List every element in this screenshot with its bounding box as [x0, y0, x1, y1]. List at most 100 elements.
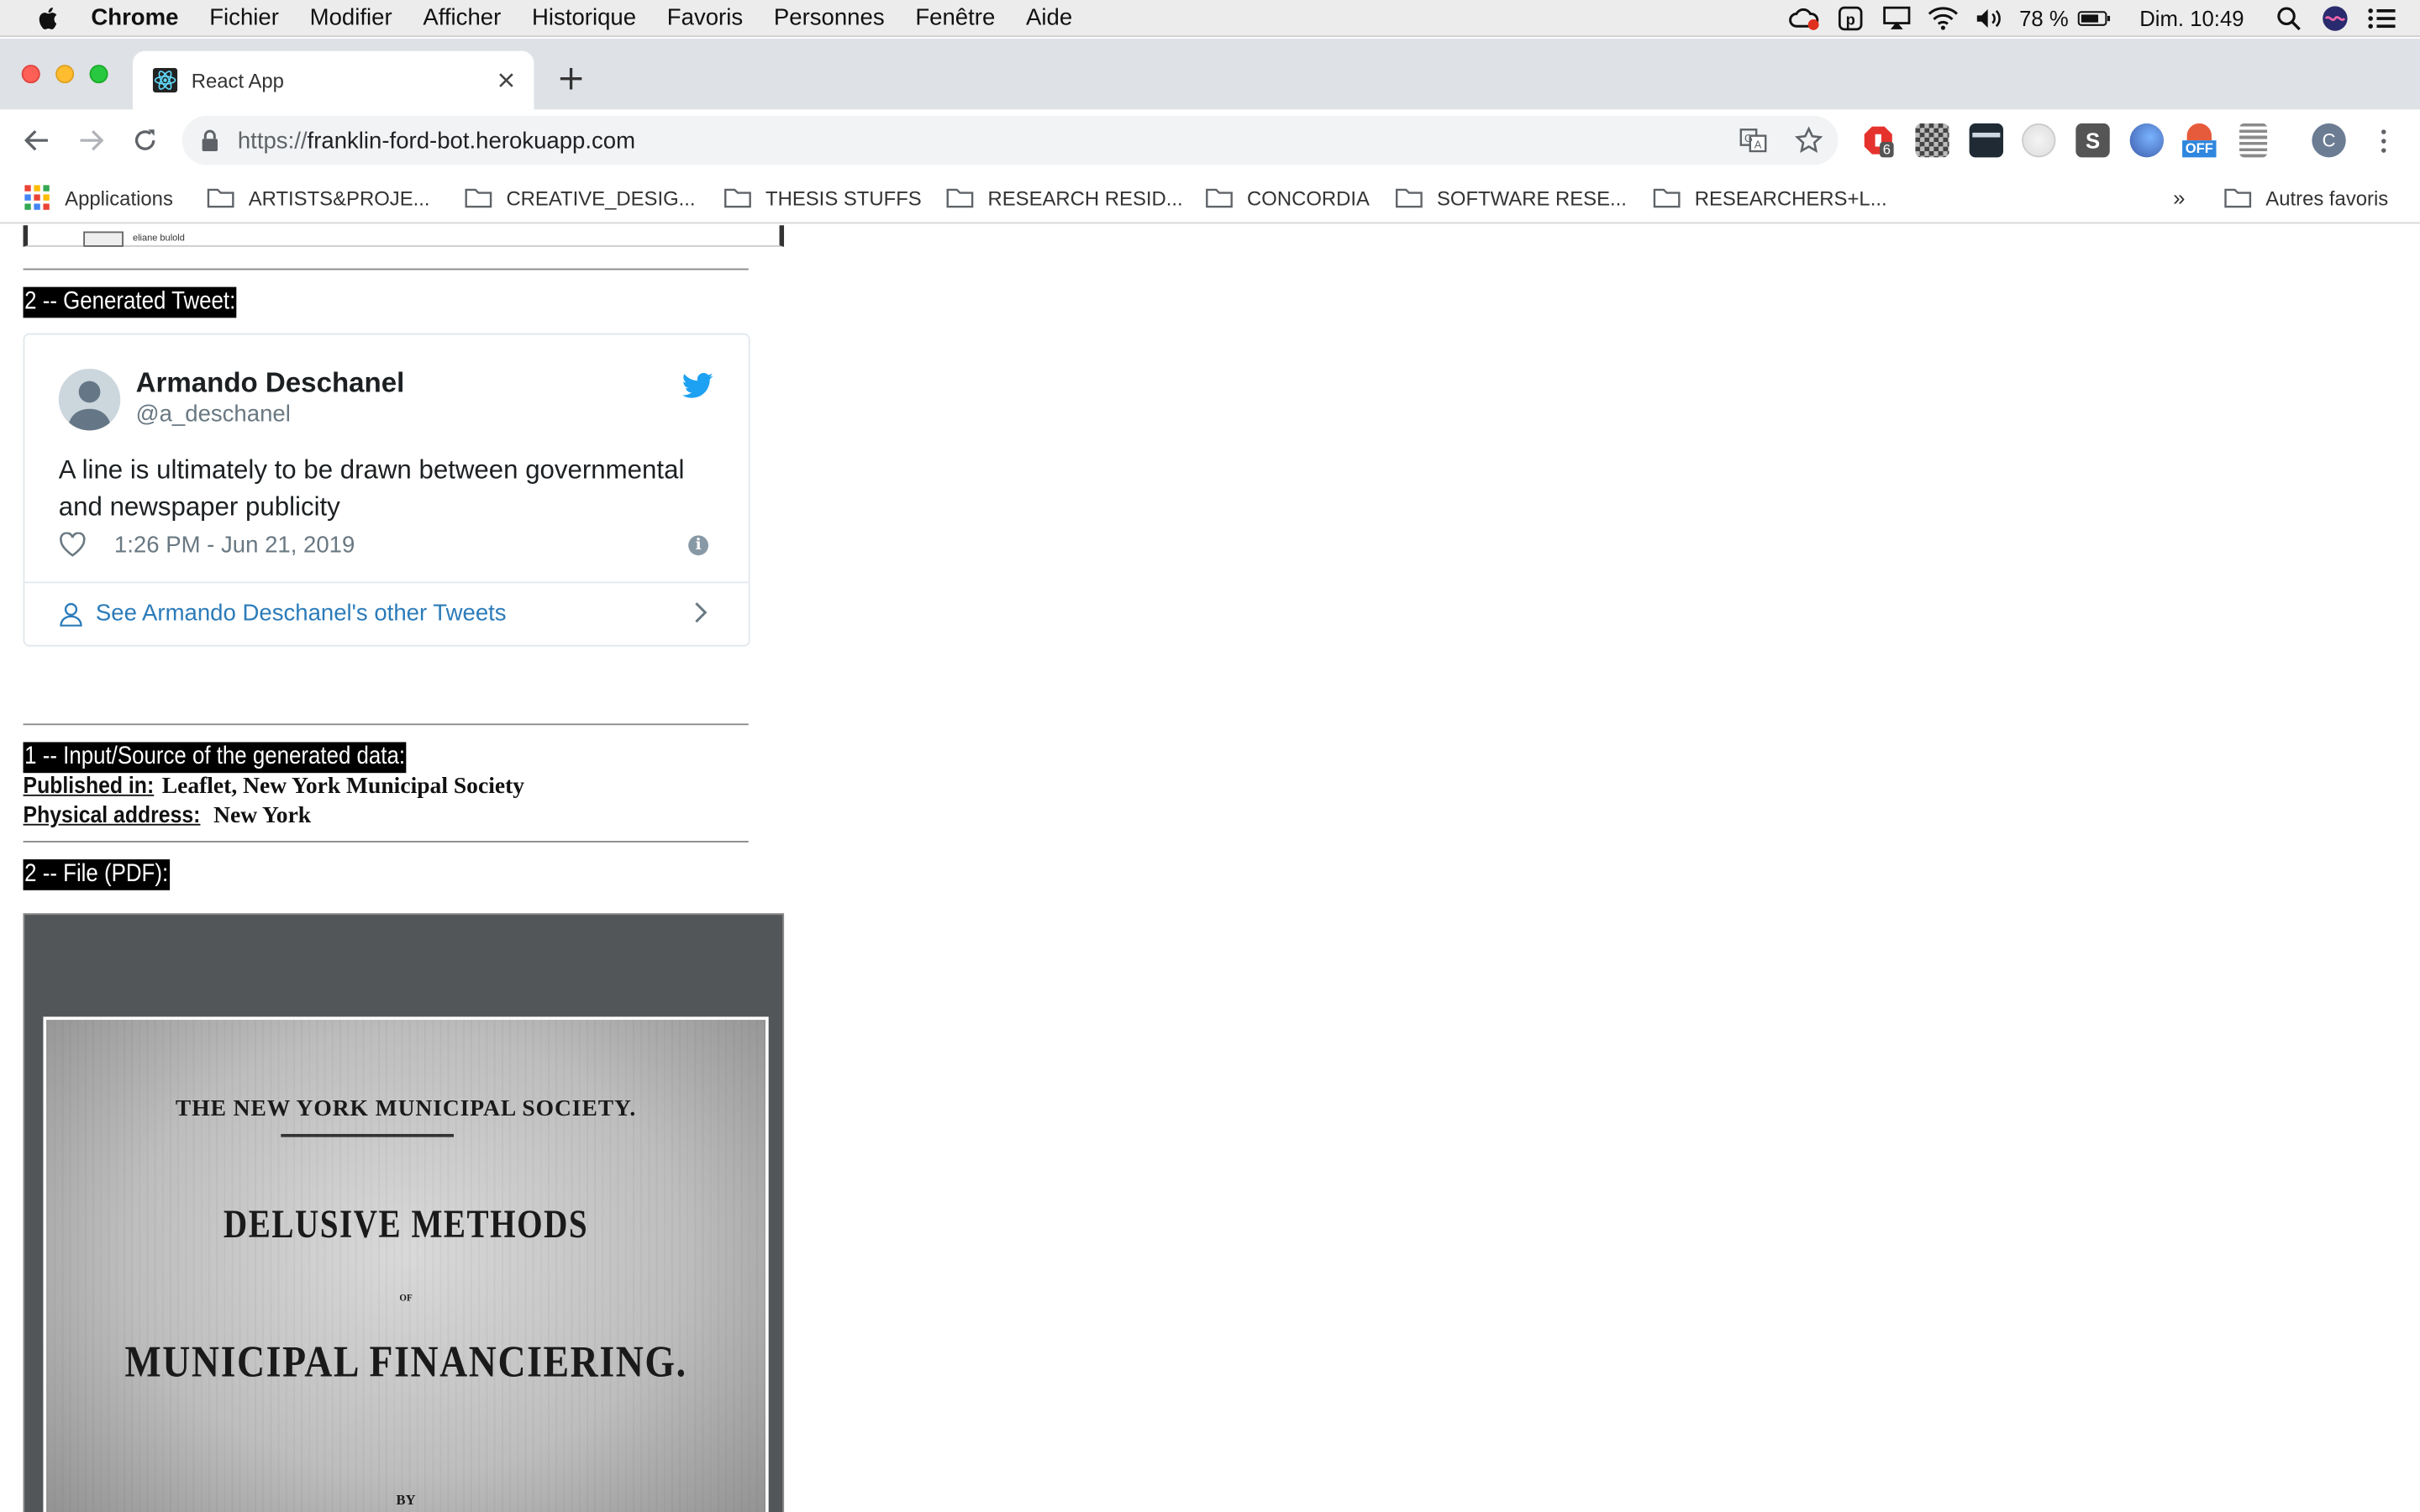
pdf-viewer[interactable]: THE NEW YORK MUNICIPAL SOCIETY. DELUSIVE…	[23, 913, 785, 1512]
apple-icon[interactable]	[34, 4, 65, 32]
bookmark-label: RESEARCHERS+L...	[1694, 186, 1887, 209]
bookmark-label: SOFTWARE RESE...	[1436, 186, 1627, 209]
see-other-tweets-link[interactable]: See Armando Deschanel's other Tweets	[59, 600, 507, 627]
back-button[interactable]	[15, 118, 58, 161]
menu-fenetre[interactable]: Fenêtre	[915, 5, 995, 31]
chevron-right-icon[interactable]	[692, 600, 710, 624]
bookmark-label: ARTISTS&PROJE...	[248, 186, 430, 209]
creative-cloud-icon[interactable]	[1788, 5, 1822, 33]
url-text[interactable]: https://franklin-ford-bot.herokuapp.com	[238, 128, 1736, 154]
bookmarks-overflow-button[interactable]: »	[2173, 181, 2185, 214]
menu-aide[interactable]: Aide	[1026, 5, 1072, 31]
tweet-avatar[interactable]	[58, 368, 121, 431]
extension-badge: 6	[1880, 141, 1894, 158]
section-divider	[23, 723, 749, 726]
menu-fichier[interactable]: Fichier	[209, 5, 279, 31]
pdf-line-of: OF	[399, 1294, 413, 1305]
bookmark-folder-artists[interactable]: ARTISTS&PROJE...	[207, 181, 430, 214]
new-tab-button[interactable]	[553, 60, 590, 97]
folder-icon	[1396, 188, 1423, 208]
notification-center-icon[interactable]	[2365, 5, 2398, 33]
physical-address-value: New York	[213, 803, 312, 829]
lock-icon[interactable]	[201, 129, 219, 151]
pdf-line-by: BY	[396, 1492, 416, 1508]
off-extension-icon[interactable]: OFF	[2182, 123, 2217, 158]
screen: Chrome Fichier Modifier Afficher Histori…	[0, 0, 2420, 1512]
bookmark-label: RESEARCH RESID...	[987, 186, 1183, 209]
bookmark-folder-other[interactable]: Autres favoris	[2224, 181, 2388, 214]
source-heading: 1 -- Input/Source of the generated data:	[23, 742, 407, 774]
menu-app-name[interactable]: Chrome	[91, 5, 178, 31]
bookmark-folder-software[interactable]: SOFTWARE RESE...	[1395, 181, 1627, 214]
menu-afficher[interactable]: Afficher	[423, 5, 501, 31]
folder-icon	[1653, 188, 1681, 208]
bookmark-star-icon[interactable]	[1791, 123, 1825, 157]
previous-embed-fragment: eliane bulold	[23, 225, 785, 247]
bookmark-folder-research[interactable]: RESEARCH RESID...	[946, 181, 1183, 214]
tweet-author-handle[interactable]: @a_deschanel	[136, 402, 291, 428]
menu-personnes[interactable]: Personnes	[774, 5, 885, 31]
react-favicon-icon	[152, 67, 178, 93]
volume-icon[interactable]	[1973, 5, 2007, 33]
wifi-icon[interactable]	[1927, 5, 1960, 33]
tweet-timestamp[interactable]: 1:26 PM - Jun 21, 2019	[114, 533, 355, 559]
info-icon[interactable]: i	[688, 535, 709, 556]
pdf-page[interactable]: THE NEW YORK MUNICIPAL SOCIETY. DELUSIVE…	[43, 1016, 769, 1512]
bookmark-folder-concordia[interactable]: CONCORDIA	[1205, 181, 1370, 214]
twitter-bird-icon[interactable]	[681, 372, 713, 400]
active-tab[interactable]: React App	[132, 50, 534, 110]
pocket-icon[interactable]: p	[1834, 5, 1868, 33]
pdf-line-title-1: DELUSIVE METHODS	[223, 1201, 589, 1247]
bookmark-label: THESIS STUFFS	[765, 186, 922, 209]
tweet-author-name[interactable]: Armando Deschanel	[136, 367, 405, 400]
battery-icon[interactable]	[2078, 5, 2112, 33]
zoom-window-button[interactable]	[89, 65, 108, 84]
menu-favoris[interactable]: Favoris	[667, 5, 743, 31]
airplay-icon[interactable]	[1881, 5, 1914, 33]
section-divider	[23, 268, 749, 270]
siri-icon[interactable]	[2318, 5, 2352, 33]
svg-text:G: G	[1744, 132, 1753, 144]
qr-extension-icon[interactable]	[1915, 123, 1949, 158]
translate-icon[interactable]: AG	[1736, 123, 1770, 157]
tab-close-icon[interactable]	[487, 61, 524, 98]
bookmark-label: CREATIVE_DESIG...	[506, 186, 696, 209]
tab-strip: React App	[0, 38, 2420, 110]
pdf-rule	[281, 1133, 454, 1137]
menubar-clock[interactable]: Dim. 10:49	[2139, 6, 2244, 30]
reload-button[interactable]	[124, 118, 166, 161]
close-window-button[interactable]	[21, 65, 40, 84]
avatar-thumbnail	[83, 231, 124, 247]
menu-modifier[interactable]: Modifier	[310, 5, 392, 31]
person-icon	[60, 601, 82, 626]
physical-address-label: Physical address:	[23, 802, 201, 829]
menu-historique[interactable]: Historique	[532, 5, 636, 31]
address-bar[interactable]: https://franklin-ford-bot.herokuapp.com …	[182, 115, 1839, 165]
url-host: franklin-ford-bot.herokuapp.com	[307, 127, 636, 154]
embedded-tweet[interactable]: Armando Deschanel @a_deschanel A line is…	[23, 333, 750, 647]
minimize-window-button[interactable]	[55, 65, 75, 84]
stack-extension-icon[interactable]	[2239, 123, 2268, 158]
macos-menu-bar: Chrome Fichier Modifier Afficher Histori…	[0, 0, 2420, 38]
bookmark-folder-researchers[interactable]: RESEARCHERS+L...	[1653, 181, 1887, 214]
bookmark-folder-thesis[interactable]: THESIS STUFFS	[723, 181, 922, 214]
spotlight-icon[interactable]	[2272, 5, 2306, 33]
s-extension-icon[interactable]: S	[2075, 123, 2110, 158]
bookmark-applications[interactable]: Applications	[24, 181, 173, 214]
heart-icon[interactable]	[59, 532, 87, 557]
grid-extension-icon[interactable]	[2022, 123, 2056, 158]
chrome-menu-icon[interactable]	[2370, 122, 2395, 159]
svg-text:p: p	[1846, 10, 1855, 28]
forward-button[interactable]	[70, 118, 113, 161]
apps-grid-icon	[24, 185, 50, 210]
fragment-caption: eliane bulold	[132, 234, 185, 244]
pdf-line-society: THE NEW YORK MUNICIPAL SOCIETY.	[175, 1096, 637, 1122]
svg-text:A: A	[1754, 138, 1762, 150]
page-content: eliane bulold 2 -- Generated Tweet: Arma…	[0, 225, 2420, 1512]
folder-icon	[946, 188, 974, 208]
adblock-extension-icon[interactable]: 6	[1861, 123, 1896, 158]
dark-mode-extension-icon[interactable]	[1969, 123, 2004, 158]
wave-extension-icon[interactable]	[2129, 123, 2165, 158]
bookmark-folder-creative[interactable]: CREATIVE_DESIG...	[465, 181, 696, 214]
profile-avatar[interactable]: C	[2312, 123, 2346, 158]
